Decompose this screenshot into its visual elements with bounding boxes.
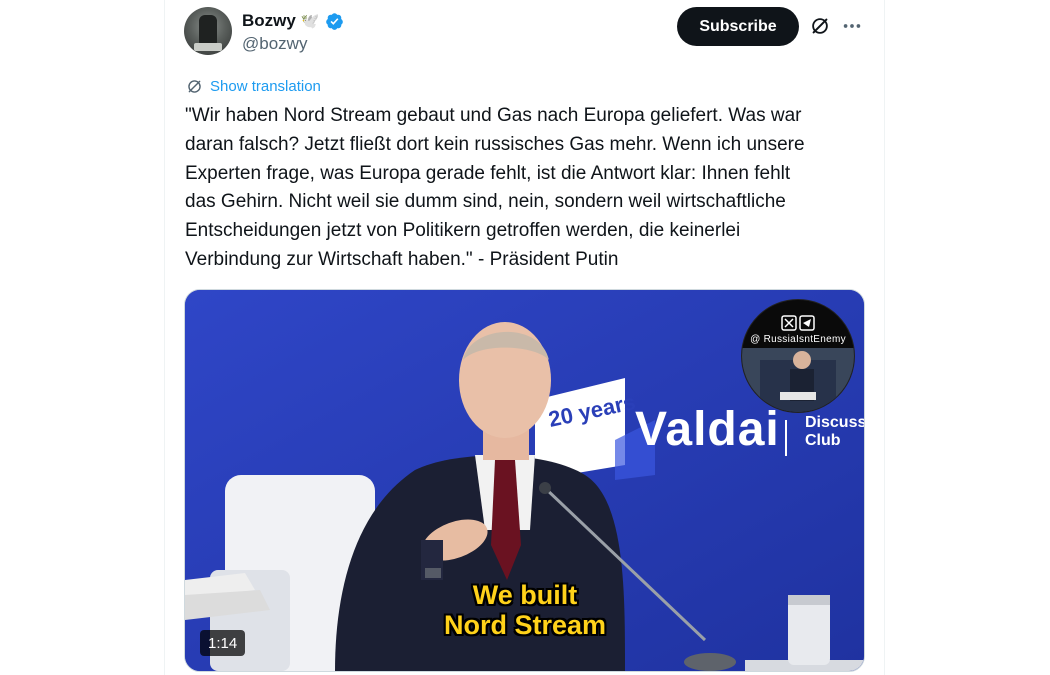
- more-options-icon[interactable]: [841, 15, 863, 37]
- watermark-badge: @ RussiaIsntEnemy: [741, 299, 855, 413]
- display-name[interactable]: Bozwy: [242, 11, 296, 31]
- avatar-base: [194, 43, 222, 51]
- avatar[interactable]: [184, 7, 232, 55]
- subscribe-button[interactable]: Subscribe: [677, 7, 799, 46]
- author-handle[interactable]: @bozwy: [242, 34, 307, 54]
- backdrop-club-text: Discussi Club: [805, 414, 865, 449]
- tweet-text: "Wir haben Nord Stream gebaut und Gas na…: [185, 105, 805, 270]
- dove-badge-icon: 🕊️: [300, 13, 320, 30]
- avatar-figure: [199, 15, 217, 45]
- translate-icon: [188, 80, 201, 93]
- author-name-row[interactable]: Bozwy 🕊️: [242, 10, 344, 32]
- grok-icon[interactable]: [809, 15, 831, 37]
- video-duration-badge: 1:14: [200, 630, 246, 656]
- x-telegram-icon: [781, 315, 815, 331]
- video-subtitle-line-2: Nord Stream: [443, 610, 607, 640]
- show-translation-link[interactable]: Show translation: [185, 77, 321, 96]
- video-subtitle-line-1: We built: [472, 580, 578, 610]
- show-translation-label[interactable]: Show translation: [210, 78, 321, 95]
- verified-badge-icon: [325, 12, 343, 30]
- watermark-handle: @ RussiaIsntEnemy: [750, 334, 846, 345]
- video-player[interactable]: 20 years Valdai Discussi Club @ RussiaIs…: [184, 289, 865, 672]
